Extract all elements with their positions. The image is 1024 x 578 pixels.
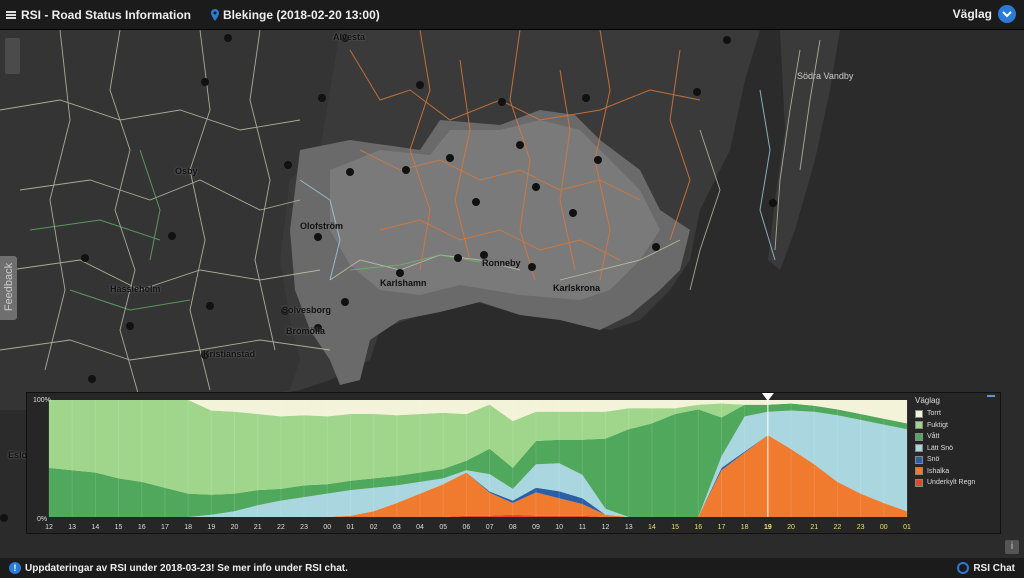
app-title: RSI - Road Status Information [21, 7, 192, 22]
x-tick-label: 11 [579, 524, 586, 531]
legend-swatch [915, 455, 923, 464]
place-label: Karlshamn [380, 278, 427, 288]
x-tick-label: 07 [486, 524, 494, 531]
place-label: Karlskrona [553, 283, 601, 293]
x-tick-label: 14 [91, 524, 99, 531]
legend-label: Vått [927, 433, 940, 441]
legend-item: Fuktigt [915, 420, 995, 432]
chevron-down-icon[interactable] [998, 5, 1016, 23]
x-tick-label: 08 [509, 524, 517, 531]
x-tick-label: 02 [370, 524, 378, 531]
info-button[interactable]: i [1005, 540, 1019, 554]
x-tick-label: 04 [416, 524, 424, 531]
status-bar: ! Uppdateringar av RSI under 2018-03-23!… [0, 558, 1024, 578]
x-tick-label: 12 [602, 524, 610, 531]
x-tick-label: 18 [741, 524, 749, 531]
place-label: Olofström [300, 221, 344, 231]
rsi-chat-button[interactable]: RSI Chat [957, 562, 1015, 574]
x-tick-label: 22 [277, 524, 285, 531]
x-tick-label: 17 [718, 524, 726, 531]
x-tick-label: 00 [880, 524, 888, 531]
x-tick-label: 15 [115, 524, 123, 531]
legend-swatch [915, 467, 923, 476]
place-label: Osby [175, 166, 198, 176]
hamburger-icon [6, 10, 16, 19]
time-slider-handle[interactable] [761, 393, 774, 401]
place-label: Hässleholm [110, 284, 161, 294]
legend-item: Underkylt Regn [915, 477, 995, 489]
area-chart: 12 13 14 15 16 17 18 19 20 21 22 23 00 01 02 03 04 05 06 07… [33, 393, 911, 531]
x-tick-label: 19 [764, 524, 772, 531]
x-tick-label: 14 [648, 524, 656, 531]
x-tick-label: 16 [694, 524, 702, 531]
legend-label: Snö [927, 456, 940, 464]
x-tick-label: 05 [439, 524, 447, 531]
zoom-control[interactable] [5, 38, 20, 74]
legend-item: Snö [915, 454, 995, 466]
x-tick-label: 23 [857, 524, 865, 531]
region-selector[interactable]: Blekinge (2018-02-20 13:00) [211, 8, 380, 22]
legend-swatch [915, 444, 923, 453]
x-tick-label: 15 [671, 524, 679, 531]
x-tick-label: 21 [254, 524, 262, 531]
x-tick-label: 17 [161, 524, 169, 531]
place-label: Bromölla [286, 326, 326, 336]
legend-item: Lätt Snö [915, 443, 995, 455]
chart-panel: 12 13 14 15 16 17 18 19 20 21 22 23 00 01 02 03 04 05 06 07… [26, 392, 1001, 534]
info-icon: ! [9, 562, 21, 574]
legend-swatch [915, 478, 923, 487]
x-tick-label: 21 [810, 524, 818, 531]
chart-legend: Väglag Torrt Fuktigt Vått Lätt Snö Snö Ishalk… [915, 396, 995, 489]
x-tick-label: 19 [207, 524, 215, 531]
x-tick-label: 01 [903, 524, 911, 531]
x-tick-label: 20 [787, 524, 795, 531]
legend-label: Ishalka [927, 467, 950, 475]
legend-label: Underkylt Regn [927, 479, 976, 487]
layer-label: Väglag [952, 7, 992, 21]
y-tick-label: 100% [33, 397, 51, 404]
x-tick-label: 06 [463, 524, 471, 531]
legend-swatch [915, 421, 923, 430]
location-pin-icon [211, 8, 220, 21]
legend-label: Fuktigt [927, 421, 949, 429]
x-tick-label: 03 [393, 524, 401, 531]
x-tick-label: 16 [138, 524, 146, 531]
place-label: Kristianstad [203, 349, 256, 359]
x-tick-label: 23 [300, 524, 308, 531]
place-label: Södra Vandby [797, 71, 854, 81]
place-label: Sölvesborg [282, 305, 332, 315]
legend-title: Väglag [915, 396, 940, 405]
x-tick-label: 13 [625, 524, 633, 531]
legend-swatch [915, 409, 923, 418]
feedback-tab[interactable]: Feedback [0, 256, 17, 320]
y-tick-label: 0% [37, 516, 47, 523]
x-tick-label: 13 [68, 524, 76, 531]
minimize-button[interactable] [987, 395, 995, 397]
feedback-label: Feedback [3, 262, 15, 312]
x-tick-label: 20 [231, 524, 239, 531]
x-tick-label: 09 [532, 524, 540, 531]
chat-label: RSI Chat [973, 562, 1015, 574]
region-label: Blekinge (2018-02-20 13:00) [223, 7, 380, 22]
x-tick-label: 01 [347, 524, 355, 531]
x-tick-label: 12 [45, 524, 53, 531]
legend-item: Ishalka [915, 466, 995, 478]
place-label: Alvesta [333, 32, 366, 42]
legend-label: Lätt Snö [927, 444, 954, 452]
x-tick-label: 22 [834, 524, 842, 531]
x-tick-label: 10 [555, 524, 563, 531]
legend-label: Torrt [927, 410, 941, 418]
x-tick-label: 18 [184, 524, 192, 531]
top-bar: RSI - Road Status Information Blekinge (… [0, 0, 1024, 30]
update-notice[interactable]: Uppdateringar av RSI under 2018-03-23! S… [25, 563, 348, 574]
chat-icon [957, 562, 970, 574]
x-tick-label: 00 [323, 524, 331, 531]
legend-item: Vått [915, 431, 995, 443]
legend-swatch [915, 432, 923, 441]
menu-button[interactable]: RSI - Road Status Information [6, 8, 191, 22]
layer-selector[interactable]: Väglag [953, 5, 1016, 23]
place-label: Ronneby [482, 258, 521, 268]
legend-item: Torrt [915, 408, 995, 420]
